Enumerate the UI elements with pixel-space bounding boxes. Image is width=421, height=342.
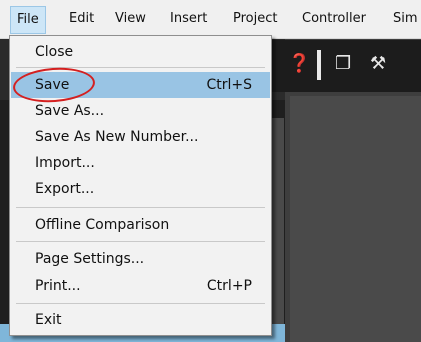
menu-item-label: Save As New Number... (35, 129, 199, 145)
menu-project[interactable]: Project (233, 11, 277, 26)
file-menu-dropdown: Close Save Ctrl+S Save As... Save As New… (9, 35, 272, 336)
menu-item-print[interactable]: Print... Ctrl+P (11, 273, 270, 299)
menu-controller[interactable]: Controller (302, 11, 366, 26)
left-pane-scrollbar[interactable] (272, 118, 284, 338)
menu-separator (16, 241, 265, 242)
menu-view[interactable]: View (115, 11, 146, 26)
toolbar-separator (317, 50, 321, 80)
hammer-icon[interactable]: ⚒ (370, 55, 386, 73)
window-icon[interactable]: ❐ (335, 55, 351, 73)
menu-item-exit[interactable]: Exit (11, 307, 270, 333)
menu-bar: File Edit View Insert Project Controller… (0, 0, 421, 39)
menu-item-label: Print... (35, 278, 81, 294)
menu-item-label: Offline Comparison (35, 217, 170, 233)
menu-edit[interactable]: Edit (69, 11, 94, 26)
menu-item-close[interactable]: Close (11, 39, 270, 65)
menu-file[interactable]: File (10, 6, 46, 34)
menu-item-import[interactable]: Import... (11, 150, 270, 176)
toolbar: ❓ ❐ ⚒ (270, 40, 421, 92)
menu-separator (16, 207, 265, 208)
menu-insert[interactable]: Insert (170, 11, 207, 26)
menu-item-offline-comparison[interactable]: Offline Comparison (11, 212, 270, 238)
menu-item-label: Exit (35, 312, 62, 328)
menu-item-save-as-new-number[interactable]: Save As New Number... (11, 124, 270, 150)
menu-item-page-settings[interactable]: Page Settings... (11, 246, 270, 272)
menu-item-shortcut: Ctrl+P (206, 278, 252, 294)
menu-item-label: Export... (35, 181, 95, 197)
menu-item-label: Close (35, 44, 74, 60)
menu-item-shortcut: Ctrl+S (206, 77, 252, 93)
menu-simulation[interactable]: Sim (393, 11, 418, 26)
menu-item-label: Save As... (35, 103, 105, 119)
menu-item-label: Import... (35, 155, 95, 171)
menu-item-export[interactable]: Export... (11, 176, 270, 202)
editor-area (290, 96, 421, 342)
menu-separator (16, 303, 265, 304)
menu-item-label: Page Settings... (35, 251, 145, 267)
help-icon[interactable]: ❓ (288, 55, 310, 73)
